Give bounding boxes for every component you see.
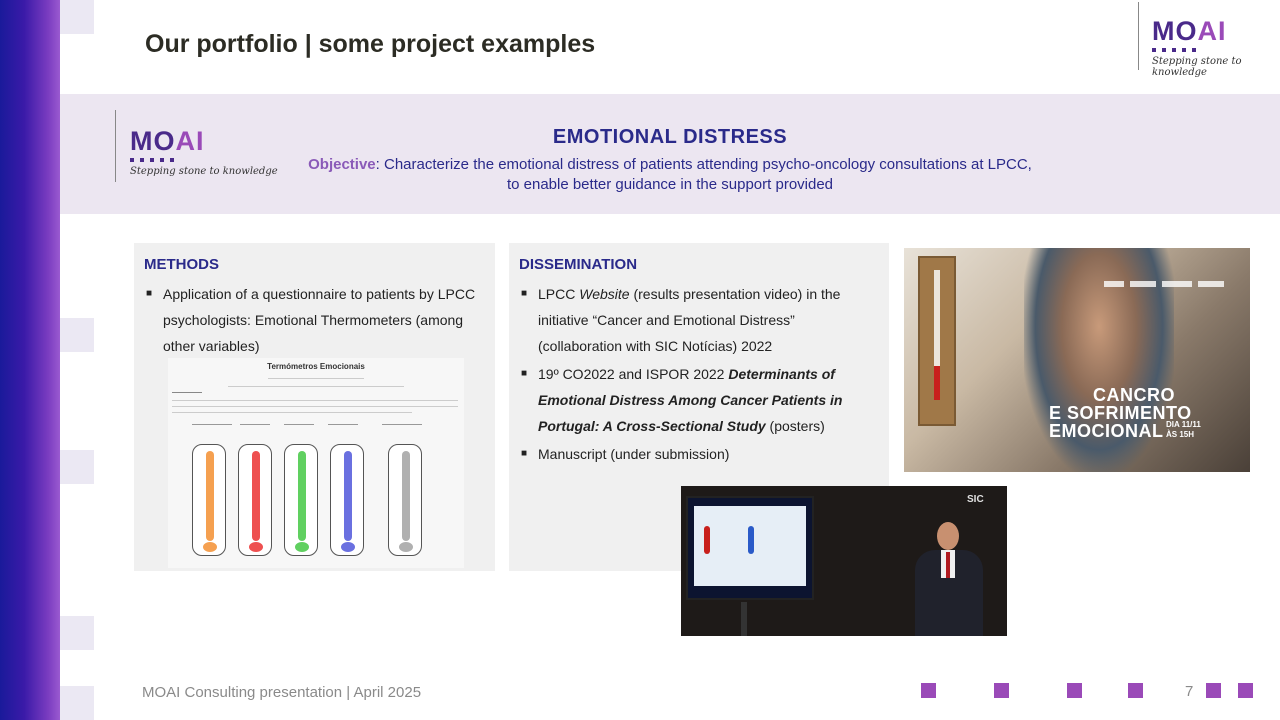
footer-square <box>1128 683 1143 698</box>
project-objective: Objective: Characterize the emotional di… <box>270 155 1070 195</box>
presenter <box>907 522 991 636</box>
left-gradient-bar <box>0 0 60 720</box>
decor-square <box>60 450 94 484</box>
thermometer-icon <box>238 444 272 556</box>
objective-text-2: to enable better guidance in the support… <box>506 176 834 193</box>
decor-square <box>60 318 94 352</box>
thermometer-icon <box>192 444 226 556</box>
list-item: ■ Application of a questionnaire to patie… <box>146 286 476 354</box>
dissemination-heading: DISSEMINATION <box>519 256 638 273</box>
slide-title: Our portfolio | some project examples <box>145 30 596 58</box>
logo-divider <box>1138 2 1139 70</box>
footer-text: MOAI Consulting presentation | April 202… <box>142 684 422 701</box>
footer-square <box>1238 683 1253 698</box>
decor-square <box>60 616 94 650</box>
methods-list: ■ Application of a questionnaire to patie… <box>144 281 484 361</box>
poster-sponsor-logos <box>1104 274 1244 288</box>
thermometer-icon <box>284 444 318 556</box>
questionnaire-title: Termómetros Emocionais <box>267 362 365 371</box>
decor-square <box>60 686 94 720</box>
logo-dots <box>130 158 278 162</box>
logo-tagline: Stepping stone to knowledge <box>130 166 278 177</box>
list-item: ■ Manuscript (under submission) <box>521 446 730 462</box>
thermometer-icon <box>388 444 422 556</box>
video-screen-stand <box>741 602 747 636</box>
footer-square <box>1206 683 1221 698</box>
decor-square <box>60 0 94 34</box>
presentation-video-still: SIC <box>681 486 1007 636</box>
logo-tagline: Stepping stone to knowledge <box>1152 56 1242 78</box>
objective-label: Objective <box>308 156 376 173</box>
footer-square <box>1067 683 1082 698</box>
event-poster-image: CANCRO E SOFRIMENTO EMOCIONAL DIA 11/11 … <box>904 248 1250 472</box>
logo-divider <box>115 110 116 182</box>
thermometer-icon <box>330 444 364 556</box>
page-number: 7 <box>1185 683 1194 700</box>
dissemination-list: ■ LPCC Website (results presentation vide… <box>519 281 881 469</box>
logo-dots <box>1152 48 1280 52</box>
list-item: ■ 19º CO2022 and ISPOR 2022 Determinants … <box>521 366 843 434</box>
list-item: ■ LPCC Website (results presentation vide… <box>521 286 841 354</box>
questionnaire-image: Termómetros Emocionais <box>168 358 464 568</box>
thermometer-icon <box>918 256 956 426</box>
poster-date: DIA 11/11 ÀS 15H <box>1166 420 1201 439</box>
channel-logo: SIC <box>967 494 984 505</box>
moai-logo: MOAI Stepping stone to knowledge <box>1152 16 1280 78</box>
video-screen <box>686 496 814 600</box>
footer-square <box>994 683 1009 698</box>
methods-heading: METHODS <box>144 256 219 273</box>
moai-logo-band: MOAI Stepping stone to knowledge <box>130 126 278 177</box>
footer-square <box>921 683 936 698</box>
objective-text: : Characterize the emotional distress of… <box>375 156 1032 173</box>
project-title: EMOTIONAL DISTRESS <box>552 126 788 148</box>
